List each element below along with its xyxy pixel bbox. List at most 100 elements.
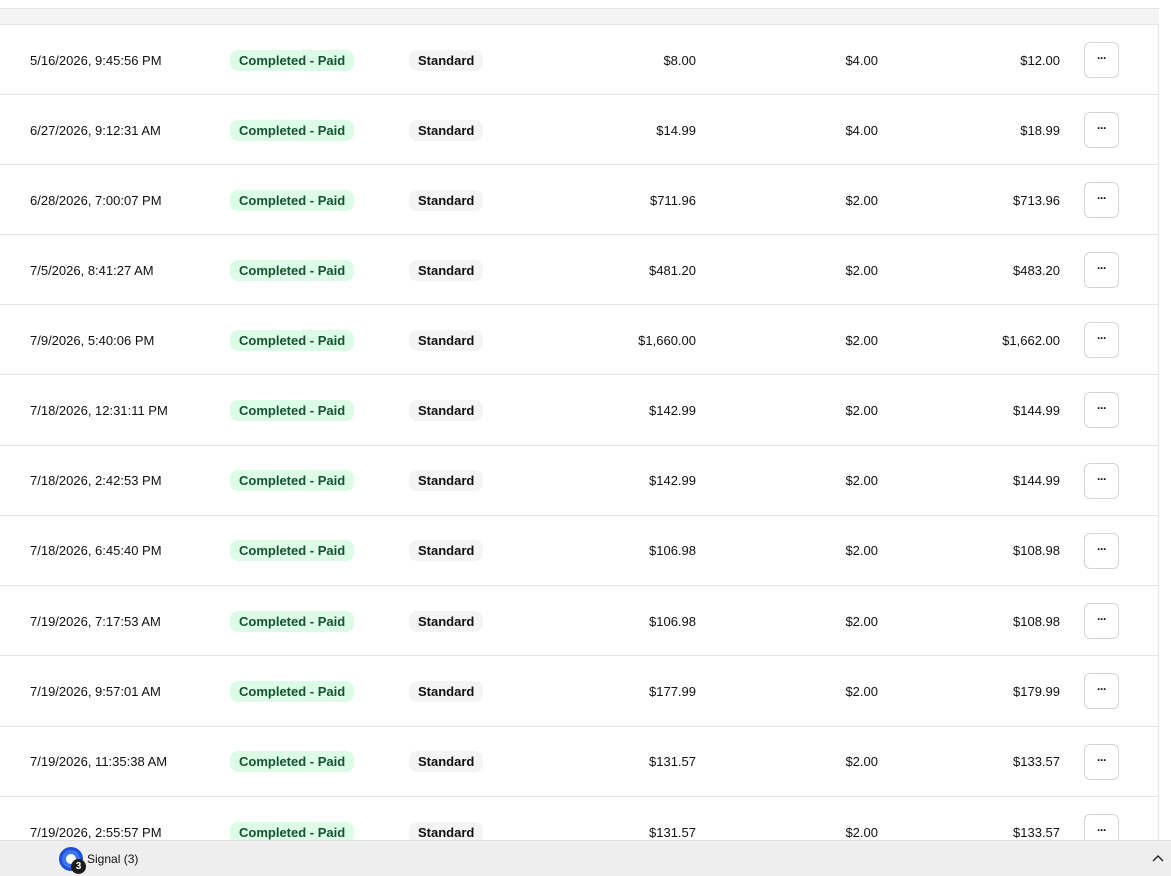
- fee-amount-cell: $2.00: [720, 375, 878, 445]
- order-date: 7/5/2026, 8:41:27 AM: [30, 262, 154, 278]
- status-badge-cell: Completed - Paid: [230, 95, 400, 165]
- subtotal-amount-cell: $142.99: [540, 375, 696, 445]
- status-badge-cell: Completed - Paid: [230, 586, 400, 656]
- more-options-button[interactable]: ···: [1084, 42, 1119, 78]
- row-actions-cell: ···: [1084, 727, 1119, 797]
- subtotal-amount: $142.99: [649, 473, 696, 489]
- status-badge: Completed - Paid: [230, 680, 355, 702]
- fee-amount-cell: $2.00: [720, 235, 878, 305]
- order-date-cell: 7/19/2026, 7:17:53 AM: [30, 586, 220, 656]
- type-badge: Standard: [409, 821, 484, 840]
- table-row[interactable]: 6/28/2026, 7:00:07 PM Completed - Paid Sta…: [0, 165, 1159, 235]
- type-badge-cell: Standard: [409, 375, 529, 445]
- order-date-cell: 7/5/2026, 8:41:27 AM: [30, 235, 220, 305]
- total-amount: $108.98: [1013, 543, 1060, 559]
- fee-amount: $2.00: [845, 754, 878, 770]
- more-options-button[interactable]: ···: [1084, 462, 1119, 499]
- order-date: 7/19/2026, 9:57:01 AM: [30, 683, 161, 699]
- fee-amount: $2.00: [845, 192, 878, 208]
- type-badge: Standard: [409, 399, 484, 421]
- order-date-cell: 7/9/2026, 5:40:06 PM: [30, 305, 220, 375]
- order-date-cell: 7/18/2026, 12:31:11 PM: [30, 375, 220, 445]
- fee-amount-cell: $2.00: [720, 165, 878, 235]
- status-badge-cell: Completed - Paid: [230, 165, 400, 235]
- status-badge: Completed - Paid: [230, 189, 355, 211]
- orders-viewport: 5/16/2026, 9:45:56 PM Completed - Paid Sta…: [0, 0, 1171, 840]
- fee-amount-cell: $2.00: [720, 516, 878, 586]
- total-amount: $133.57: [1013, 754, 1060, 770]
- more-options-button[interactable]: ···: [1084, 532, 1119, 569]
- more-options-button[interactable]: ···: [1084, 603, 1119, 640]
- status-badge: Completed - Paid: [230, 259, 355, 281]
- order-date-cell: 6/27/2026, 9:12:31 AM: [30, 95, 220, 165]
- type-badge: Standard: [409, 49, 484, 71]
- more-options-button[interactable]: ···: [1084, 322, 1119, 358]
- table-row[interactable]: 7/19/2026, 9:57:01 AM Completed - Paid Sta…: [0, 656, 1159, 727]
- more-options-button[interactable]: ···: [1084, 814, 1119, 840]
- type-badge-cell: Standard: [409, 235, 529, 305]
- table-row[interactable]: 6/27/2026, 9:12:31 AM Completed - Paid Sta…: [0, 95, 1159, 165]
- subtotal-amount: $711.96: [649, 192, 696, 208]
- status-badge: Completed - Paid: [230, 399, 355, 421]
- subtotal-amount: $481.20: [649, 262, 696, 278]
- table-row[interactable]: 7/18/2026, 2:42:53 PM Completed - Paid Sta…: [0, 446, 1159, 516]
- order-date: 7/19/2026, 7:17:53 AM: [30, 613, 161, 629]
- table-row[interactable]: 7/18/2026, 12:31:11 PM Completed - Paid St…: [0, 375, 1159, 446]
- status-badge-cell: Completed - Paid: [230, 797, 400, 840]
- order-date-cell: 7/19/2026, 2:55:57 PM: [30, 797, 220, 840]
- order-date: 7/18/2026, 12:31:11 PM: [30, 402, 168, 418]
- subtotal-amount-cell: $131.57: [540, 727, 696, 797]
- type-badge-cell: Standard: [409, 165, 529, 235]
- table-row[interactable]: 7/19/2026, 11:35:38 AM Completed - Paid St…: [0, 727, 1159, 798]
- total-amount: $713.96: [1013, 192, 1060, 208]
- table-row[interactable]: 7/19/2026, 7:17:53 AM Completed - Paid Sta…: [0, 586, 1159, 657]
- type-badge: Standard: [409, 610, 484, 632]
- subtotal-amount-cell: $177.99: [540, 656, 696, 726]
- more-options-button[interactable]: ···: [1084, 182, 1119, 218]
- type-badge-cell: Standard: [409, 586, 529, 656]
- more-options-button[interactable]: ···: [1084, 392, 1119, 429]
- subtotal-amount: $177.99: [649, 683, 696, 699]
- fee-amount: $2.00: [845, 262, 878, 278]
- table-body: 5/16/2026, 9:45:56 PM Completed - Paid Sta…: [0, 25, 1159, 840]
- table-row[interactable]: 5/16/2026, 9:45:56 PM Completed - Paid Sta…: [0, 25, 1159, 95]
- table-row[interactable]: 7/9/2026, 5:40:06 PM Completed - Paid Stan…: [0, 305, 1159, 376]
- status-badge: Completed - Paid: [230, 751, 355, 773]
- more-options-button[interactable]: ···: [1084, 673, 1119, 710]
- total-amount-cell: $108.98: [900, 586, 1060, 656]
- more-options-button[interactable]: ···: [1084, 743, 1119, 780]
- status-badge-cell: Completed - Paid: [230, 446, 400, 516]
- row-actions-cell: ···: [1084, 375, 1119, 445]
- type-badge-cell: Standard: [409, 797, 529, 840]
- table-row[interactable]: 7/18/2026, 6:45:40 PM Completed - Paid Sta…: [0, 516, 1159, 587]
- chevron-up-icon[interactable]: [1152, 853, 1164, 865]
- order-date-cell: 6/28/2026, 7:00:07 PM: [30, 165, 220, 235]
- type-badge: Standard: [409, 540, 484, 562]
- type-badge: Standard: [409, 470, 484, 492]
- fee-amount: $2.00: [845, 613, 878, 629]
- subtotal-amount: $131.57: [649, 824, 696, 840]
- more-options-button[interactable]: ···: [1084, 252, 1119, 288]
- order-date: 7/18/2026, 6:45:40 PM: [30, 543, 162, 559]
- vertical-scrollbar[interactable]: [1159, 0, 1171, 840]
- fee-amount: $4.00: [845, 52, 878, 68]
- order-date: 7/18/2026, 2:42:53 PM: [30, 473, 162, 489]
- total-amount-cell: $133.57: [900, 797, 1060, 840]
- table-row[interactable]: 7/19/2026, 2:55:57 PM Completed - Paid Sta…: [0, 797, 1159, 840]
- total-amount-cell: $144.99: [900, 375, 1060, 445]
- subtotal-amount: $131.57: [649, 754, 696, 770]
- type-badge: Standard: [409, 259, 484, 281]
- order-date-cell: 7/18/2026, 2:42:53 PM: [30, 446, 220, 516]
- fee-amount: $2.00: [845, 683, 878, 699]
- total-amount: $144.99: [1013, 402, 1060, 418]
- row-actions-cell: ···: [1084, 586, 1119, 656]
- more-options-button[interactable]: ···: [1084, 112, 1119, 148]
- taskbar-app-signal[interactable]: 3 Signal (3): [59, 847, 138, 874]
- fee-amount: $2.00: [845, 543, 878, 559]
- fee-amount: $2.00: [845, 402, 878, 418]
- subtotal-amount: $1,660.00: [638, 332, 696, 348]
- signal-icon: 3: [59, 847, 86, 874]
- fee-amount: $2.00: [845, 473, 878, 489]
- status-badge: Completed - Paid: [230, 470, 355, 492]
- table-row[interactable]: 7/5/2026, 8:41:27 AM Completed - Paid Stan…: [0, 235, 1159, 305]
